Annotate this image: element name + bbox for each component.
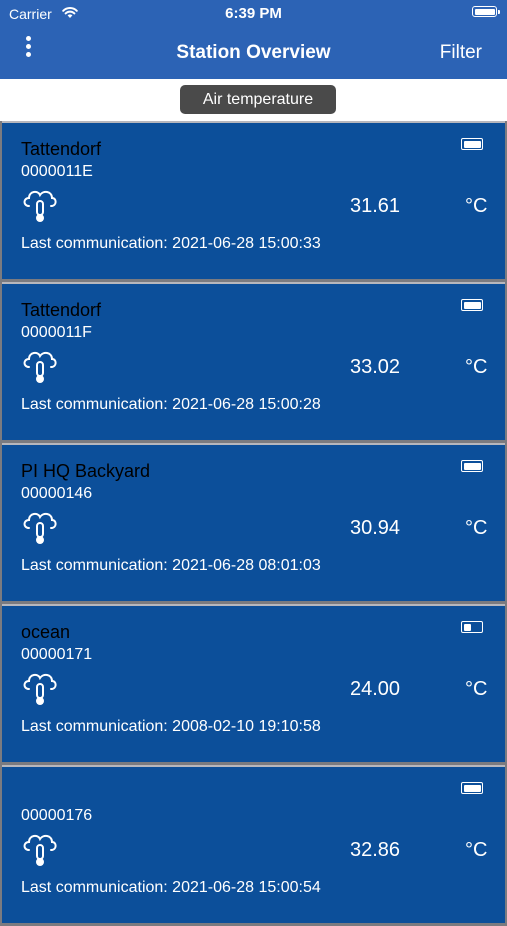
measurement-unit: °C <box>465 678 488 700</box>
cloud-thermometer-icon <box>23 190 57 222</box>
filter-button[interactable]: Filter <box>440 42 482 64</box>
station-card[interactable]: ocean 00000171 24.00 °C Last communicati… <box>2 604 505 762</box>
status-time: 6:39 PM <box>225 5 282 22</box>
station-id: 00000171 <box>21 646 93 663</box>
page-title: Station Overview <box>176 42 331 63</box>
measurement-value: 24.00 <box>350 678 401 700</box>
station-card[interactable]: PI HQ Backyard 00000146 30.94 °C Last co… <box>2 443 505 601</box>
status-bar: Carrier 6:39 PM <box>0 0 507 28</box>
battery-icon <box>461 138 483 150</box>
cloud-thermometer-icon <box>23 512 57 544</box>
last-communication: Last communication: 2021-06-28 08:01:03 <box>21 557 321 574</box>
measurement-unit: °C <box>465 195 488 217</box>
measurement-value: 30.94 <box>350 517 401 539</box>
station-name: Tattendorf <box>21 300 102 320</box>
station-id: 00000176 <box>21 807 93 824</box>
battery-icon <box>461 299 483 311</box>
last-communication: Last communication: 2008-02-10 19:10:58 <box>21 718 321 735</box>
measurement-unit: °C <box>465 839 488 861</box>
station-name: PI HQ Backyard <box>21 461 151 481</box>
station-name: ocean <box>21 622 71 642</box>
cloud-thermometer-icon <box>23 351 57 383</box>
station-id: 0000011E <box>21 163 93 180</box>
battery-status-icon <box>472 6 500 17</box>
last-communication: Last communication: 2021-06-28 15:00:33 <box>21 235 321 252</box>
cloud-thermometer-icon <box>23 673 57 705</box>
battery-icon <box>461 782 483 794</box>
station-id: 0000011F <box>21 324 92 341</box>
measurement-value: 32.86 <box>350 839 401 861</box>
measurement-unit: °C <box>465 517 488 539</box>
measurement-value: 31.61 <box>350 195 401 217</box>
station-card[interactable]: 00000176 32.86 °C Last communication: 20… <box>2 765 505 923</box>
navigation-bar: Station Overview Filter <box>0 28 507 79</box>
station-name: Tattendorf <box>21 139 102 159</box>
station-card[interactable]: Tattendorf 0000011F 33.02 °C Last commun… <box>2 282 505 440</box>
station-list: Tattendorf 0000011E 31.61 °C Last commun… <box>0 121 507 926</box>
station-id: 00000146 <box>21 485 93 502</box>
measurement-unit: °C <box>465 356 488 378</box>
cloud-thermometer-icon <box>23 834 57 866</box>
last-communication: Last communication: 2021-06-28 15:00:28 <box>21 396 321 413</box>
battery-icon <box>461 621 483 633</box>
measurement-value: 33.02 <box>350 356 401 378</box>
measurement-filter-chip[interactable]: Air temperature <box>180 85 336 114</box>
last-communication: Last communication: 2021-06-28 15:00:54 <box>21 879 321 896</box>
station-card[interactable]: Tattendorf 0000011E 31.61 °C Last commun… <box>2 121 505 279</box>
battery-icon <box>461 460 483 472</box>
filter-strip: Air temperature <box>0 79 507 121</box>
